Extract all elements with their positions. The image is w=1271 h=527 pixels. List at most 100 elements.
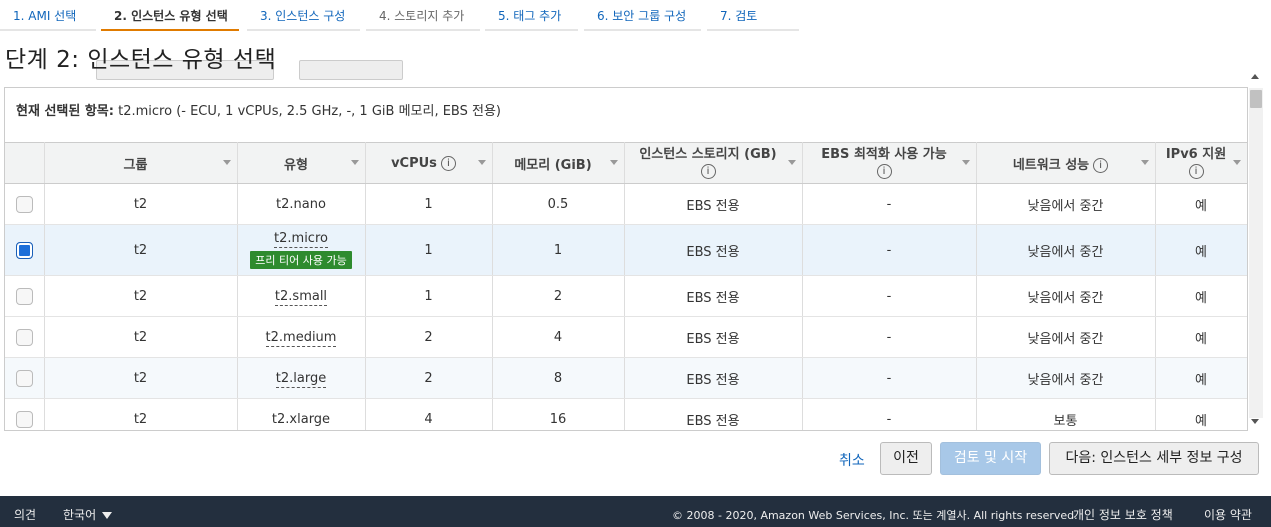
step-security-group[interactable]: 6. 보안 그룹 구성	[584, 0, 701, 31]
cell-ebs: -	[802, 398, 977, 430]
copyright: © 2008 - 2020, Amazon Web Services, Inc.…	[672, 509, 1078, 522]
cell-type: t2.small	[237, 275, 366, 317]
table-header-row: 그룹 유형 vCPUs i 메모리 (GiB) 인스턴스 스토리지 (GB) i E…	[5, 142, 1247, 184]
header-instance-storage[interactable]: 인스턴스 스토리지 (GB) i	[624, 142, 803, 184]
free-tier-badge: 프리 티어 사용 가능	[250, 251, 352, 269]
cell-network: 낮음에서 중간	[976, 224, 1156, 276]
cell-type: t2.large	[237, 357, 366, 399]
cell-type: t2.nano	[237, 183, 366, 225]
sort-caret-icon[interactable]	[609, 160, 618, 165]
footer: 의견 한국어 © 2008 - 2020, Amazon Web Service…	[0, 496, 1271, 527]
type-link[interactable]: t2.micro	[274, 231, 328, 248]
privacy-link[interactable]: 개인 정보 보호 정책	[1073, 506, 1173, 523]
sort-caret-icon[interactable]	[350, 160, 359, 165]
info-icon[interactable]: i	[1188, 164, 1204, 179]
table-row[interactable]: t2 t2.xlarge 4 16 EBS 전용 - 보통 예	[5, 398, 1247, 430]
table-row-selected[interactable]: t2 t2.micro 프리 티어 사용 가능 1 1 EBS 전용 - 낮음에…	[5, 224, 1247, 276]
scroll-down-icon[interactable]	[1251, 419, 1259, 424]
instance-type-panel: 현재 선택된 항목: t2.micro (- ECU, 1 vCPUs, 2.5…	[4, 87, 1248, 431]
sort-caret-icon[interactable]	[787, 160, 796, 165]
next-configure-instance-button[interactable]: 다음: 인스턴스 세부 정보 구성	[1049, 442, 1259, 475]
sort-caret-icon[interactable]	[1232, 160, 1241, 165]
cell-group: t2	[44, 275, 238, 317]
sort-caret-icon[interactable]	[961, 160, 970, 165]
table-row[interactable]: t2 t2.small 1 2 EBS 전용 - 낮음에서 중간 예	[5, 275, 1247, 317]
table-row[interactable]: t2 t2.large 2 8 EBS 전용 - 낮음에서 중간 예	[5, 357, 1247, 399]
header-vcpus[interactable]: vCPUs i	[365, 142, 493, 184]
header-select	[5, 142, 45, 184]
cell-ipv6: 예	[1155, 183, 1247, 225]
current-selection-value: t2.micro (- ECU, 1 vCPUs, 2.5 GHz, -, 1 …	[118, 104, 501, 119]
row-checkbox[interactable]	[15, 195, 33, 213]
feedback-link[interactable]: 의견	[14, 506, 36, 523]
cell-group: t2	[44, 357, 238, 399]
header-network[interactable]: 네트워크 성능 i	[976, 142, 1156, 184]
row-checkbox[interactable]	[15, 287, 33, 305]
row-checkbox[interactable]	[15, 410, 33, 428]
current-selection-label: 현재 선택된 항목:	[16, 104, 114, 119]
cell-vcpus: 1	[365, 275, 493, 317]
row-checkbox[interactable]	[15, 241, 33, 259]
language-label: 한국어	[63, 508, 97, 522]
cell-memory: 1	[492, 224, 625, 276]
cell-storage: EBS 전용	[624, 183, 803, 225]
wizard-steps: 1. AMI 선택 2. 인스턴스 유형 선택 3. 인스턴스 구성 4. 스토…	[0, 0, 1271, 32]
cell-ipv6: 예	[1155, 316, 1247, 358]
step-review[interactable]: 7. 검토	[707, 0, 799, 31]
cell-network: 보통	[976, 398, 1156, 430]
cancel-button[interactable]: 취소	[839, 450, 865, 470]
cell-vcpus: 2	[365, 357, 493, 399]
info-icon[interactable]: i	[1093, 157, 1109, 173]
cell-vcpus: 2	[365, 316, 493, 358]
cell-vcpus: 1	[365, 183, 493, 225]
cell-ipv6: 예	[1155, 224, 1247, 276]
cell-ebs: -	[802, 357, 977, 399]
type-link[interactable]: t2.medium	[265, 329, 337, 347]
cell-memory: 2	[492, 275, 625, 317]
previous-button[interactable]: 이전	[880, 442, 932, 475]
review-and-launch-button[interactable]: 검토 및 시작	[940, 442, 1041, 475]
sort-caret-icon[interactable]	[222, 160, 231, 165]
cell-memory: 16	[492, 398, 625, 430]
sort-caret-icon[interactable]	[477, 160, 486, 165]
scroll-up-icon[interactable]	[1251, 74, 1259, 79]
cell-type: t2.micro 프리 티어 사용 가능	[237, 224, 366, 276]
row-checkbox[interactable]	[15, 328, 33, 346]
instance-type-table: 그룹 유형 vCPUs i 메모리 (GiB) 인스턴스 스토리지 (GB) i E…	[5, 142, 1247, 430]
info-icon[interactable]: i	[440, 155, 456, 171]
sort-caret-icon[interactable]	[1140, 160, 1149, 165]
language-selector[interactable]: 한국어	[63, 506, 113, 523]
cell-storage: EBS 전용	[624, 357, 803, 399]
cell-memory: 0.5	[492, 183, 625, 225]
info-icon[interactable]: i	[876, 164, 892, 179]
table-row[interactable]: t2 t2.medium 2 4 EBS 전용 - 낮음에서 중간 예	[5, 316, 1247, 358]
cell-network: 낮음에서 중간	[976, 357, 1156, 399]
type-link[interactable]: t2.small	[274, 288, 328, 306]
cell-storage: EBS 전용	[624, 275, 803, 317]
header-type[interactable]: 유형	[237, 142, 366, 184]
header-ebs-optimized[interactable]: EBS 최적화 사용 가능 i	[802, 142, 977, 184]
header-ipv6[interactable]: IPv6 지원 i	[1155, 142, 1247, 184]
row-checkbox[interactable]	[15, 369, 33, 387]
cell-ipv6: 예	[1155, 398, 1247, 430]
header-memory[interactable]: 메모리 (GiB)	[492, 142, 625, 184]
cell-type: t2.medium	[237, 316, 366, 358]
cell-ebs: -	[802, 275, 977, 317]
cell-group: t2	[44, 398, 238, 430]
step-add-tags[interactable]: 5. 태그 추가	[485, 0, 578, 31]
table-row[interactable]: t2 t2.nano 1 0.5 EBS 전용 - 낮음에서 중간 예	[5, 183, 1247, 225]
header-group[interactable]: 그룹	[44, 142, 238, 184]
type-link[interactable]: t2.large	[275, 370, 327, 388]
step-ami[interactable]: 1. AMI 선택	[0, 0, 96, 31]
cell-vcpus: 4	[365, 398, 493, 430]
scrollbar-thumb[interactable]	[1250, 90, 1262, 108]
terms-link[interactable]: 이용 약관	[1204, 506, 1252, 523]
filter-dropdown-hidden-2[interactable]	[299, 60, 403, 80]
cell-ipv6: 예	[1155, 275, 1247, 317]
cell-network: 낮음에서 중간	[976, 316, 1156, 358]
vertical-scrollbar[interactable]	[1249, 88, 1263, 418]
cell-group: t2	[44, 316, 238, 358]
info-icon[interactable]: i	[700, 164, 716, 179]
step-instance-type[interactable]: 2. 인스턴스 유형 선택	[101, 0, 239, 31]
step-configure-instance[interactable]: 3. 인스턴스 구성	[247, 0, 360, 31]
